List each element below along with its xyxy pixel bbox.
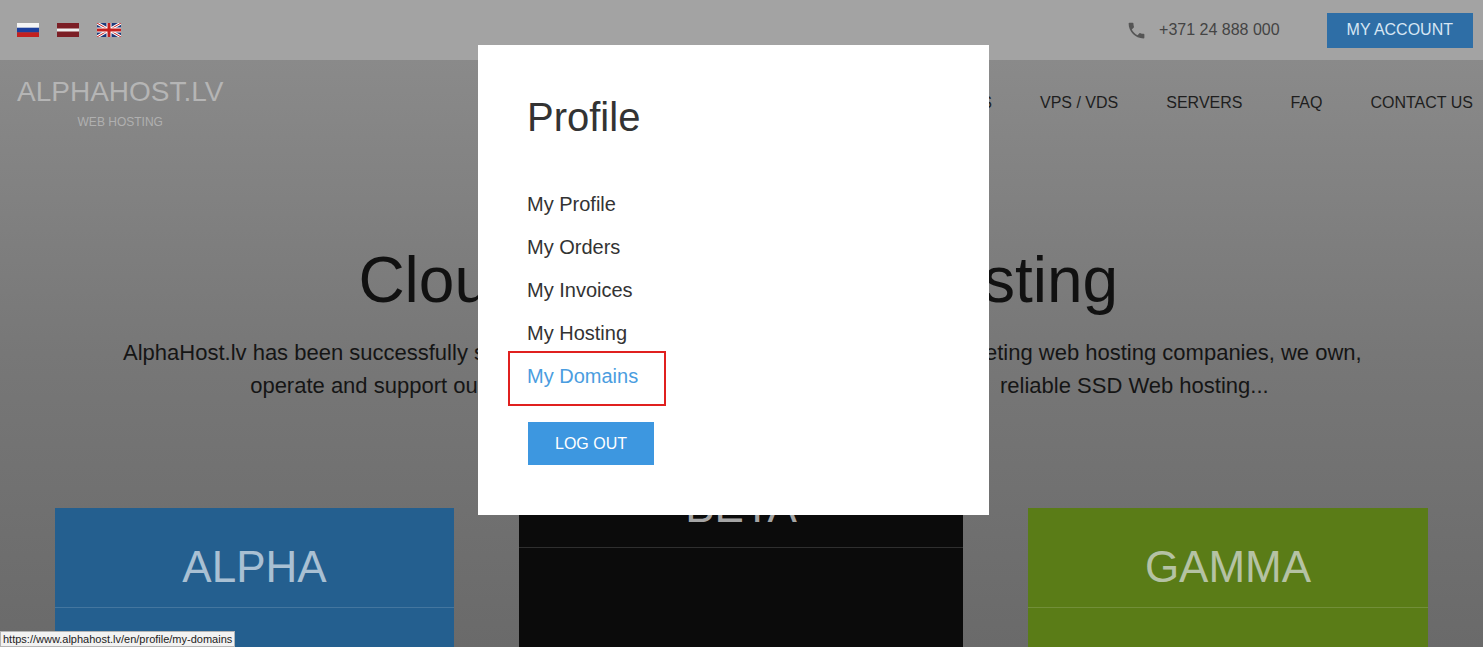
highlight-box bbox=[508, 351, 666, 406]
main-nav: SVPS / VDSSERVERSFAQCONTACT US bbox=[981, 91, 1473, 115]
profile-link-label: My Invoices bbox=[527, 279, 633, 301]
page: +371 24 888 000 MY ACCOUNT ALPHAHOST.LV … bbox=[0, 0, 1483, 647]
profile-link-label: My Profile bbox=[527, 193, 616, 215]
russian-flag-icon[interactable] bbox=[17, 23, 39, 37]
profile-link[interactable]: My Domains bbox=[527, 355, 638, 398]
my-account-button[interactable]: MY ACCOUNT bbox=[1327, 13, 1473, 48]
logo-subtitle: WEB HOSTING bbox=[78, 114, 163, 130]
logo-title: ALPHAHOST.LV bbox=[17, 76, 223, 108]
profile-link-label: My Domains bbox=[527, 365, 638, 387]
logo[interactable]: ALPHAHOST.LV WEB HOSTING bbox=[17, 76, 223, 130]
hero-heading-right: sting bbox=[983, 245, 1483, 315]
nav-item[interactable]: FAQ bbox=[1290, 91, 1322, 115]
status-url: https://www.alphahost.lv/en/profile/my-d… bbox=[0, 631, 235, 647]
plan-card[interactable]: ALPHA bbox=[55, 508, 454, 647]
hero-line-left: AlphaHost.lv has been successfully s bbox=[0, 336, 485, 369]
plan-card[interactable]: GAMMA bbox=[1028, 508, 1428, 647]
phone-number: +371 24 888 000 bbox=[1159, 18, 1280, 42]
language-switcher bbox=[17, 23, 121, 37]
nav-item[interactable]: CONTACT US bbox=[1370, 91, 1473, 115]
profile-link[interactable]: My Orders bbox=[527, 226, 620, 269]
modal-title: Profile bbox=[527, 93, 989, 141]
hero-line-right: eting web hosting companies, we own, bbox=[985, 336, 1483, 369]
profile-link-label: My Orders bbox=[527, 236, 620, 258]
latvian-flag-icon[interactable] bbox=[57, 23, 79, 37]
profile-modal: Profile My ProfileMy OrdersMy InvoicesMy… bbox=[478, 45, 989, 515]
hero-line-left: operate and support our bbox=[0, 369, 485, 402]
plan-name: GAMMA bbox=[1028, 508, 1428, 608]
profile-link[interactable]: My Profile bbox=[527, 183, 616, 226]
profile-links: My Profile My Orders My Invoices My Hosting… bbox=[527, 183, 989, 398]
phone: +371 24 888 000 bbox=[1126, 18, 1280, 42]
hero-heading-left: Clou bbox=[0, 245, 490, 315]
profile-link[interactable]: My Hosting bbox=[527, 312, 627, 355]
profile-link[interactable]: My Invoices bbox=[527, 269, 633, 312]
profile-link-label: My Hosting bbox=[527, 322, 627, 344]
nav-item[interactable]: SERVERS bbox=[1166, 91, 1242, 115]
english-flag-icon[interactable] bbox=[97, 23, 121, 37]
phone-icon bbox=[1126, 20, 1147, 41]
logout-button[interactable]: LOG OUT bbox=[528, 422, 654, 465]
plan-name: ALPHA bbox=[55, 508, 454, 608]
nav-item[interactable]: VPS / VDS bbox=[1040, 91, 1118, 115]
hero-line-right: reliable SSD Web hosting... bbox=[1000, 369, 1483, 402]
